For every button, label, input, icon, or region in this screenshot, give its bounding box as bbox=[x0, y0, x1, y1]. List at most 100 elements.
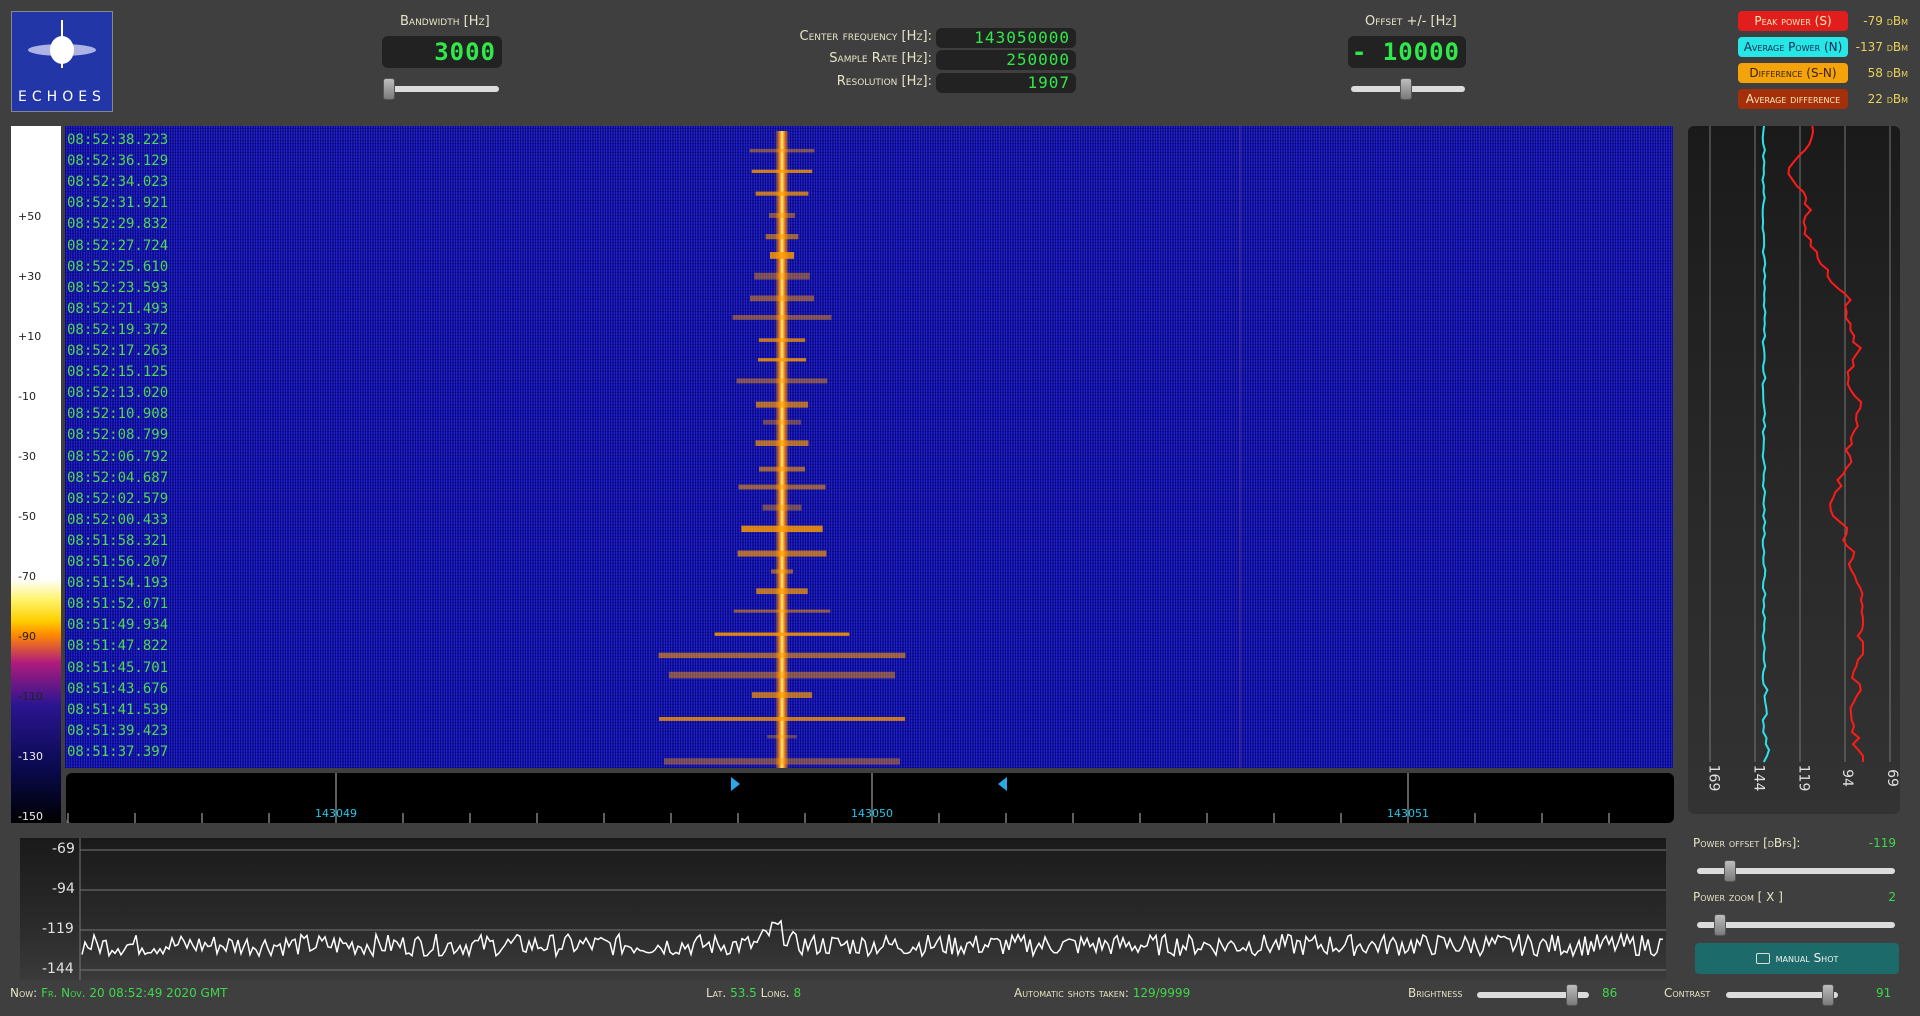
timestamp-row: 08:52:27.724 bbox=[67, 237, 169, 254]
echoes-logo: ECHOES bbox=[11, 11, 113, 112]
spectrum-trace bbox=[81, 919, 1664, 959]
peak-power-value: -79 dBm bbox=[1863, 14, 1908, 28]
side-label-169: 169 bbox=[1705, 764, 1722, 792]
peak-power-badge: Peak power (S) bbox=[1738, 11, 1848, 31]
timestamp-row: 08:51:58.321 bbox=[67, 532, 169, 549]
offset-label: Offset +/- [Hz] bbox=[1365, 14, 1457, 29]
average-power-trace bbox=[1761, 125, 1771, 763]
spectrum-plot: -69 -94 -119 -144 bbox=[20, 838, 1666, 980]
shots-value: 129/9999 bbox=[1132, 986, 1191, 1000]
footer-now: Now: Fr. Nov. 20 08:52:49 2020 GMT bbox=[10, 986, 228, 1000]
spectrum-chart bbox=[79, 838, 1666, 980]
timestamp-row: 08:52:15.125 bbox=[67, 364, 169, 381]
offset-slider-thumb[interactable] bbox=[1400, 78, 1412, 100]
timestamp-row: 08:52:00.433 bbox=[67, 511, 169, 528]
bandwidth-display: 3000 bbox=[382, 36, 502, 68]
footer-location: Lat. 53.5 Long. 8 bbox=[706, 986, 801, 1000]
difference-badge: Difference (S-N) bbox=[1738, 63, 1848, 83]
manual-shot-button[interactable]: manual Shot bbox=[1695, 943, 1899, 974]
timestamp-row: 08:51:43.676 bbox=[67, 680, 169, 697]
long-label: Long. bbox=[760, 986, 790, 1000]
sample-rate-label: Sample Rate [Hz]: bbox=[829, 51, 932, 66]
manual-shot-label: manual Shot bbox=[1775, 951, 1839, 965]
timestamp-row: 08:52:25.610 bbox=[67, 258, 169, 275]
spec-label-69: -69 bbox=[52, 841, 75, 857]
contrast-value: 91 bbox=[1876, 986, 1892, 1000]
timestamp-row: 08:52:13.020 bbox=[67, 385, 169, 402]
timestamp-row: 08:52:21.493 bbox=[67, 300, 169, 317]
colorbar-label: +50 bbox=[18, 210, 42, 223]
resolution-label: Resolution [Hz]: bbox=[836, 74, 932, 89]
side-label-94: 94 bbox=[1838, 769, 1855, 787]
now-label: Now: bbox=[10, 986, 38, 1000]
colorbar-label: -10 bbox=[18, 390, 36, 403]
power-zoom-value: 2 bbox=[1888, 890, 1896, 904]
spec-label-119: -119 bbox=[42, 921, 74, 937]
offset-display: - 10000 bbox=[1348, 36, 1466, 68]
timestamp-row: 08:51:56.207 bbox=[67, 554, 169, 570]
side-label-119: 119 bbox=[1795, 764, 1812, 792]
lat-label: Lat. bbox=[706, 986, 727, 1000]
logo-graphic bbox=[28, 20, 96, 68]
timestamp-row: 08:51:37.397 bbox=[67, 743, 169, 760]
power-zoom-slider-thumb[interactable] bbox=[1714, 914, 1726, 936]
resolution-display: 1907 bbox=[936, 73, 1076, 93]
shots-label: Automatic shots taken: bbox=[1014, 986, 1129, 1000]
footer-shots: Automatic shots taken: 129/9999 bbox=[1014, 986, 1190, 1000]
now-value: Fr. Nov. 20 08:52:49 2020 GMT bbox=[41, 986, 228, 1000]
timestamp-row: 08:51:39.423 bbox=[67, 722, 169, 739]
difference-value: 58 dBm bbox=[1867, 66, 1908, 80]
waterfall-signal bbox=[658, 126, 1241, 768]
waterfall-display[interactable]: 08:52:38.223 08:52:36.129 08:52:34.023 08:5… bbox=[65, 126, 1673, 768]
freq-label-143051: 143051 bbox=[1387, 807, 1429, 820]
freq-label-143050: 143050 bbox=[851, 807, 893, 820]
timestamp-row: 08:52:34.023 bbox=[67, 174, 169, 191]
power-zoom-slider-track[interactable] bbox=[1697, 922, 1895, 928]
contrast-label: Contrast bbox=[1664, 986, 1711, 1000]
sample-rate-display: 250000 bbox=[936, 50, 1076, 70]
spec-label-144: -144 bbox=[42, 961, 74, 977]
side-power-chart bbox=[1709, 125, 1891, 763]
lat-value: 53.5 bbox=[730, 986, 757, 1000]
average-power-value: -137 dBm bbox=[1855, 40, 1908, 54]
logo-text: ECHOES bbox=[18, 89, 106, 105]
brightness-slider-thumb[interactable] bbox=[1566, 984, 1578, 1006]
average-difference-badge: Average difference bbox=[1738, 89, 1848, 109]
colorbar-label: -30 bbox=[18, 450, 36, 463]
power-offset-slider-thumb[interactable] bbox=[1724, 860, 1736, 882]
average-power-badge: Average Power (N) bbox=[1738, 37, 1848, 57]
timestamp-row: 08:52:10.908 bbox=[67, 406, 169, 423]
bandwidth-slider-track[interactable] bbox=[383, 86, 499, 92]
power-offset-label: Power offset [dBfs]: bbox=[1693, 836, 1801, 850]
colorbar bbox=[11, 126, 61, 823]
brightness-value: 86 bbox=[1602, 986, 1618, 1000]
colorbar-label: -90 bbox=[18, 630, 36, 643]
timestamp-row: 08:52:02.579 bbox=[67, 490, 169, 507]
timestamp-row: 08:51:45.701 bbox=[67, 659, 169, 676]
camera-icon bbox=[1755, 953, 1770, 964]
side-label-69: 69 bbox=[1883, 769, 1900, 787]
timestamp-row: 08:51:54.193 bbox=[67, 575, 169, 592]
timestamp-row: 08:51:52.071 bbox=[67, 596, 169, 613]
timestamp-row: 08:52:08.799 bbox=[67, 427, 169, 444]
colorbar-label: +10 bbox=[18, 330, 42, 343]
timestamp-row: 08:52:23.593 bbox=[67, 279, 169, 296]
timestamp-row: 08:51:49.934 bbox=[67, 617, 169, 634]
spec-label-94: -94 bbox=[52, 881, 75, 897]
freq-label-143049: 143049 bbox=[315, 807, 357, 820]
timestamp-row: 08:51:47.822 bbox=[67, 638, 169, 655]
bandwidth-slider-thumb[interactable] bbox=[383, 78, 395, 100]
side-power-plot: 169 144 119 94 69 bbox=[1688, 125, 1900, 814]
frequency-scale: 143049 143050 143051 bbox=[66, 773, 1674, 823]
center-frequency-label: Center frequency [Hz]: bbox=[799, 29, 933, 44]
timestamp-row: 08:52:17.263 bbox=[67, 343, 169, 359]
timestamp-row: 08:52:36.129 bbox=[67, 153, 169, 170]
colorbar-label: -70 bbox=[18, 570, 36, 583]
power-offset-value: -119 bbox=[1868, 836, 1896, 850]
timestamp-row: 08:52:29.832 bbox=[67, 216, 169, 233]
colorbar-label: +30 bbox=[18, 270, 42, 283]
contrast-slider-thumb[interactable] bbox=[1822, 984, 1834, 1006]
timestamp-row: 08:52:31.921 bbox=[67, 195, 169, 212]
timestamp-row: 08:52:38.223 bbox=[67, 132, 169, 148]
bandwidth-label: Bandwidth [Hz] bbox=[400, 14, 490, 29]
